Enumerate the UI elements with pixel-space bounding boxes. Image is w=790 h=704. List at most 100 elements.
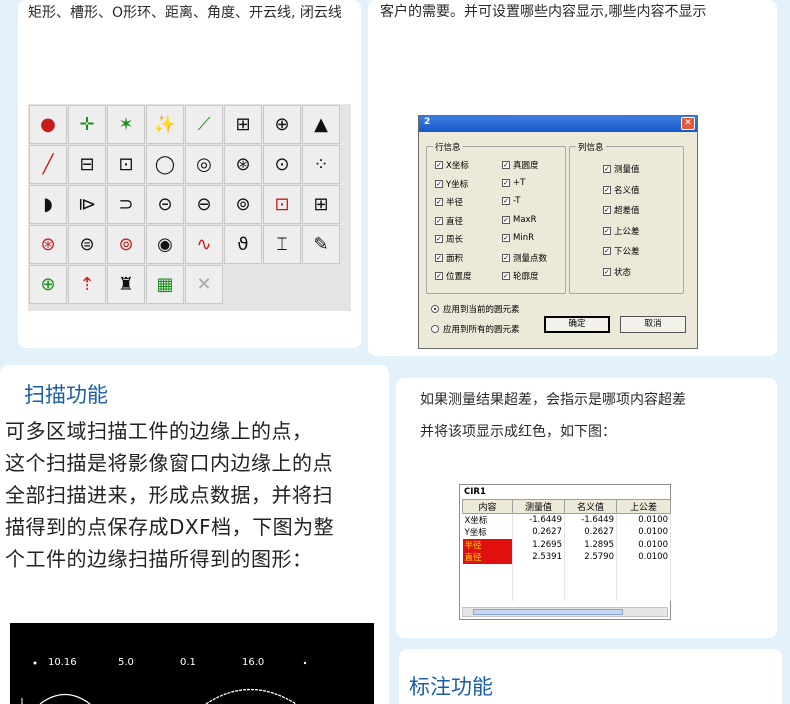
row-info-option-checkbox[interactable]: ✓ 直径 <box>435 215 463 227</box>
row-info-option-label: Y坐标 <box>446 179 469 190</box>
radio-selected-icon[interactable] <box>431 305 439 313</box>
row-info-option-checkbox[interactable]: ✓ 周长 <box>435 233 463 245</box>
o-ring-red-icon[interactable]: ⊚ <box>107 225 145 264</box>
checkbox-checked-icon[interactable]: ✓ <box>502 253 510 262</box>
column-info-option-checkbox[interactable]: ✓ 超差值 <box>603 204 640 216</box>
o-ring-icon[interactable]: ⊚ <box>224 185 262 224</box>
pencil-icon[interactable]: ✎ <box>302 225 340 264</box>
image-icon[interactable]: ▲ <box>302 105 340 144</box>
intersection-point-icon[interactable]: ✶ <box>107 105 145 144</box>
scan-label-2: 5.0 <box>118 657 134 668</box>
checkbox-checked-icon[interactable]: ✓ <box>435 272 443 280</box>
checkbox-checked-icon[interactable]: ✓ <box>435 198 443 206</box>
ellipse-center-icon[interactable]: ⊝ <box>146 185 184 224</box>
stamp-icon[interactable]: ♜ <box>107 265 145 304</box>
row-info-option-checkbox[interactable]: ✓ -T <box>502 196 520 206</box>
delete-icon[interactable]: ✕ <box>185 265 223 304</box>
three-point-arc-icon[interactable]: ⊃ <box>107 185 145 224</box>
checkbox-checked-icon[interactable]: ✓ <box>502 215 510 224</box>
rectangle-corner-icon[interactable]: ⊡ <box>263 185 301 224</box>
slot-icon[interactable]: ⊟ <box>68 145 106 184</box>
column-info-option-checkbox[interactable]: ✓ 测量值 <box>603 163 640 175</box>
column-info-option-checkbox[interactable]: ✓ 上公差 <box>603 225 640 237</box>
rectangle-point-icon[interactable]: ⊞ <box>224 105 262 144</box>
point-icon[interactable]: ● <box>29 105 67 144</box>
ring-icon[interactable]: ⊜ <box>68 225 106 264</box>
row-info-option-checkbox[interactable]: ✓ 测量点数 <box>502 252 547 264</box>
horizontal-scrollbar[interactable] <box>462 607 668 617</box>
wave-line-icon[interactable]: ∿ <box>185 225 223 264</box>
checkbox-checked-icon[interactable]: ✓ <box>603 206 611 214</box>
split-arc-icon[interactable]: ⧐ <box>68 185 106 224</box>
dialog-titlebar[interactable]: 2 ✕ <box>419 116 697 132</box>
ok-button[interactable]: 确定 <box>544 316 610 333</box>
radio-apply-current[interactable]: 应用到当前的圆元素 <box>431 303 520 315</box>
checkbox-checked-icon[interactable]: ✓ <box>502 272 510 280</box>
checkbox-checked-icon[interactable]: ✓ <box>502 197 510 205</box>
move-point-icon[interactable]: ⇡ <box>68 265 106 304</box>
column-header[interactable]: 测量值 <box>512 499 565 514</box>
column-header[interactable]: 名义值 <box>564 499 617 514</box>
double-slot-icon[interactable]: ⊡ <box>107 145 145 184</box>
tools-description: 矩形、槽形、O形环、距离、角度、开云线, 闭云线 <box>28 5 342 21</box>
cloud-line-icon[interactable]: ϑ <box>224 225 262 264</box>
cross-point-icon[interactable]: ✛ <box>68 105 106 144</box>
checkbox-checked-icon[interactable]: ✓ <box>603 267 611 276</box>
column-info-option-label: 测量值 <box>614 165 640 175</box>
row-info-option-checkbox[interactable]: ✓ 半径 <box>435 196 463 208</box>
column-header[interactable]: 内容 <box>462 499 513 514</box>
checkbox-checked-icon[interactable]: ✓ <box>603 226 611 235</box>
checkbox-checked-icon[interactable]: ✓ <box>435 253 443 262</box>
cancel-button[interactable]: 取消 <box>620 316 686 333</box>
checkbox-checked-icon[interactable]: ✓ <box>502 234 510 242</box>
row-info-option-checkbox[interactable]: ✓ 真圆度 <box>502 159 539 171</box>
checkbox-checked-icon[interactable]: ✓ <box>502 178 510 187</box>
center-circle-icon[interactable]: ⊙ <box>263 145 301 184</box>
row-info-option-checkbox[interactable]: ✓ 面积 <box>435 252 463 264</box>
zoom-search-icon[interactable]: ⊕ <box>263 105 301 144</box>
line-icon[interactable]: ╱ <box>29 145 67 184</box>
tolerance-card: 如果测量结果超差，会指示是哪项内容超差 并将该项显示成红色，如下图： CIR1 … <box>396 378 777 638</box>
row-info-option-label: 半径 <box>446 198 464 208</box>
slot-rectangle-icon[interactable]: ⊞ <box>302 185 340 224</box>
midpoint-icon[interactable]: ⟋ <box>185 105 223 144</box>
scrollbar-thumb[interactable] <box>473 609 623 615</box>
calculator-icon[interactable]: ▦ <box>146 265 184 304</box>
column-info-option-checkbox[interactable]: ✓ 名义值 <box>603 184 640 196</box>
row-info-option-checkbox[interactable]: ✓ X坐标 <box>435 159 469 171</box>
checkbox-checked-icon[interactable]: ✓ <box>435 161 443 169</box>
add-point-icon[interactable]: ⊕ <box>29 265 67 304</box>
row-info-option-checkbox[interactable]: ✓ Y坐标 <box>435 178 468 190</box>
segmented-circle-icon[interactable]: ⊛ <box>224 145 262 184</box>
checkbox-checked-icon[interactable]: ✓ <box>435 179 443 188</box>
column-info-option-checkbox[interactable]: ✓ 下公差 <box>603 245 640 257</box>
row-info-option-checkbox[interactable]: ✓ MinR <box>502 233 534 243</box>
checkbox-checked-icon[interactable]: ✓ <box>435 235 443 243</box>
circle-fit-icon[interactable]: ⊛ <box>29 225 67 264</box>
checkbox-checked-icon[interactable]: ✓ <box>502 161 510 169</box>
row-info-option-checkbox[interactable]: ✓ +T <box>502 178 525 188</box>
row-info-option-checkbox[interactable]: ✓ MaxR <box>502 215 536 225</box>
radio-unselected-icon[interactable] <box>431 325 439 333</box>
auto-point-icon[interactable]: ✨ <box>146 105 184 144</box>
circle-icon[interactable]: ◯ <box>146 145 184 184</box>
checkbox-checked-icon[interactable]: ✓ <box>603 247 611 255</box>
circle-group-icon[interactable]: ⁘ <box>302 145 340 184</box>
target-circle-icon[interactable]: ◎ <box>185 145 223 184</box>
table-caption: CIR1 <box>464 487 486 497</box>
distance-icon[interactable]: ⌶ <box>263 225 301 264</box>
column-info-option-checkbox[interactable]: ✓ 状态 <box>603 266 631 278</box>
row-info-option-checkbox[interactable]: ✓ 轮廓度 <box>502 270 539 282</box>
checkbox-checked-icon[interactable]: ✓ <box>435 216 443 225</box>
radio-apply-all[interactable]: 应用到所有的圆元素 <box>431 323 520 335</box>
concentric-icon[interactable]: ◉ <box>146 225 184 264</box>
close-button[interactable]: ✕ <box>681 117 695 130</box>
column-header[interactable]: 上公差 <box>616 499 671 514</box>
value-cell: -1.6449 <box>512 513 565 526</box>
row-info-option-checkbox[interactable]: ✓ 位置度 <box>435 270 472 282</box>
checkbox-checked-icon[interactable]: ✓ <box>603 165 611 173</box>
checkbox-checked-icon[interactable]: ✓ <box>603 185 611 194</box>
table-row: Y坐标 0.2627 0.2627 0.0100 <box>462 526 671 539</box>
arc-icon[interactable]: ◗ <box>29 185 67 224</box>
ellipse-icon[interactable]: ⊖ <box>185 185 223 224</box>
